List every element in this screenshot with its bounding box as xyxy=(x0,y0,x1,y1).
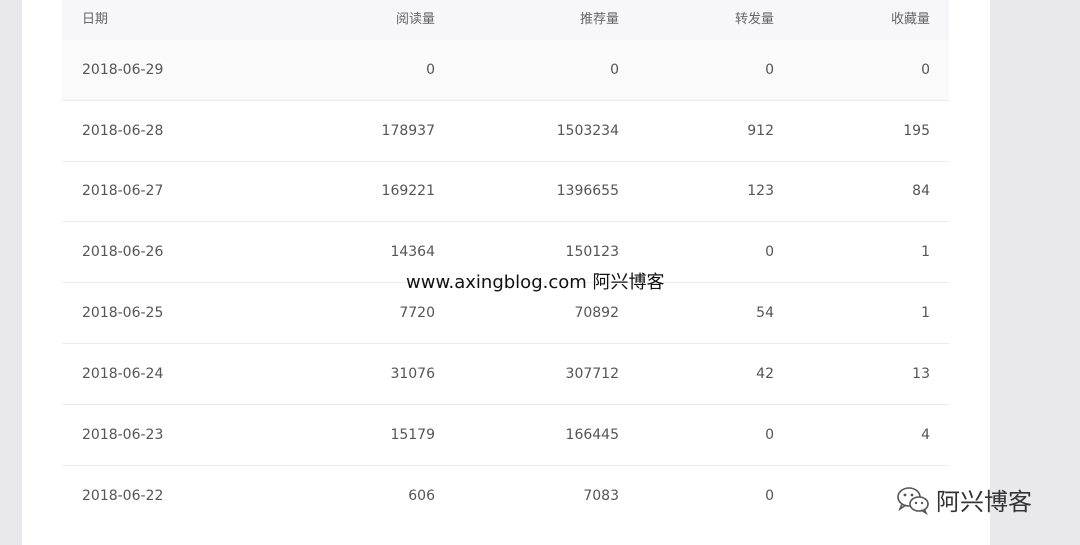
column-header-shares: 转发量 xyxy=(734,12,774,27)
cell-reads: 606 xyxy=(408,487,435,504)
table-row: 2018-06-29 0 0 0 0 xyxy=(62,40,949,101)
cell-recommendations: 0 xyxy=(610,61,619,78)
cell-recommendations: 1396655 xyxy=(556,183,619,200)
cell-date: 2018-06-29 xyxy=(82,61,164,78)
cell-date: 2018-06-24 xyxy=(82,365,164,382)
cell-shares: 42 xyxy=(756,365,774,382)
cell-recommendations: 7083 xyxy=(583,487,619,504)
cell-date: 2018-06-25 xyxy=(82,305,164,322)
cell-favorites: 1 xyxy=(921,305,930,322)
table-row: 2018-06-23 15179 166445 0 4 xyxy=(62,405,949,466)
column-header-reads: 阅读量 xyxy=(395,12,435,27)
table-row: 2018-06-28 178937 1503234 912 195 xyxy=(62,101,949,162)
cell-shares: 0 xyxy=(765,426,774,443)
cell-date: 2018-06-28 xyxy=(82,122,164,139)
stats-table: 日期 阅读量 推荐量 转发量 收藏量 2018-06-29 0 0 0 0 20… xyxy=(62,0,949,526)
cell-favorites: 0 xyxy=(921,61,930,78)
table-row: 2018-06-22 606 7083 0 xyxy=(62,466,949,527)
watermark-brand: 阿兴博客 xyxy=(936,488,1032,516)
column-header-recommendations: 推荐量 xyxy=(579,12,619,27)
cell-favorites: 195 xyxy=(903,122,930,139)
column-header-date: 日期 xyxy=(82,12,109,27)
cell-date: 2018-06-27 xyxy=(82,183,164,200)
cell-favorites: 84 xyxy=(912,183,930,200)
cell-date: 2018-06-26 xyxy=(82,244,164,261)
cell-recommendations: 1503234 xyxy=(556,122,619,139)
cell-date: 2018-06-22 xyxy=(82,487,164,504)
cell-favorites: 4 xyxy=(921,426,930,443)
cell-recommendations: 166445 xyxy=(565,426,619,443)
cell-shares: 54 xyxy=(756,305,774,322)
column-header-favorites: 收藏量 xyxy=(890,12,930,27)
cell-reads: 169221 xyxy=(381,183,435,200)
cell-shares: 123 xyxy=(747,183,774,200)
wechat-icon xyxy=(897,486,929,515)
cell-shares: 0 xyxy=(765,244,774,261)
cell-recommendations: 307712 xyxy=(565,365,619,382)
cell-favorites: 1 xyxy=(921,244,930,261)
cell-reads: 31076 xyxy=(390,365,435,382)
cell-shares: 912 xyxy=(747,122,774,139)
cell-reads: 0 xyxy=(426,61,435,78)
watermark-logo: 阿兴博客 xyxy=(896,482,1032,517)
table-row: 2018-06-27 169221 1396655 123 84 xyxy=(62,162,949,223)
cell-shares: 0 xyxy=(765,61,774,78)
table-header: 日期 阅读量 推荐量 转发量 收藏量 xyxy=(62,0,949,40)
cell-reads: 178937 xyxy=(381,122,435,139)
cell-favorites: 13 xyxy=(912,365,930,382)
cell-date: 2018-06-23 xyxy=(82,426,164,443)
watermark-text: www.axingblog.com 阿兴博客 xyxy=(406,272,665,293)
cell-reads: 15179 xyxy=(390,426,435,443)
cell-shares: 0 xyxy=(765,487,774,504)
table-row: 2018-06-24 31076 307712 42 13 xyxy=(62,344,949,405)
